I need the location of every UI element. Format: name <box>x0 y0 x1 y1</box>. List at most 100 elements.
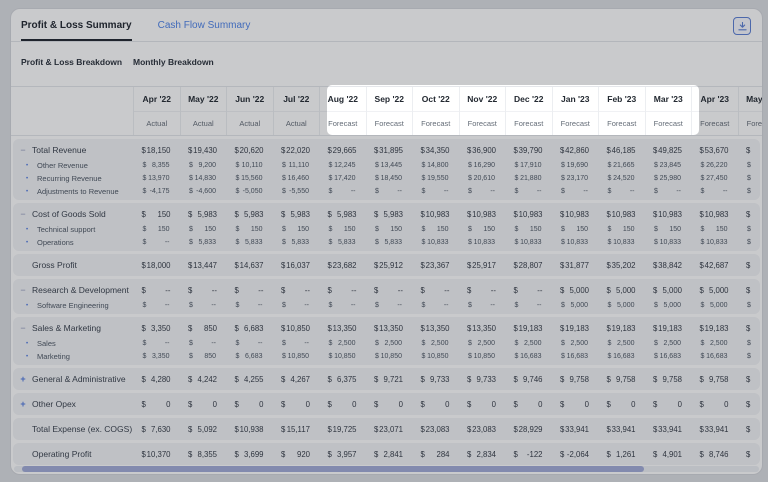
table-row: •Adjustments to Revenue$-4,175$-4,600$-5… <box>13 185 760 198</box>
cell-value: 14,637 <box>240 261 264 270</box>
value-cell: $1 <box>740 450 764 459</box>
bullet-icon: • <box>26 189 32 195</box>
currency-symbol: $ <box>653 425 657 434</box>
cell-value: 920 <box>297 450 310 459</box>
value-cell: $16,683 <box>600 353 647 360</box>
table-section-operating-profit: Operating Profit$10,370$8,355$3,699$920$… <box>13 443 760 465</box>
value-cell: $22,020 <box>275 146 322 155</box>
column-period-label: Actual <box>181 112 227 135</box>
value-cell: $23,083 <box>414 425 461 434</box>
cell-value: 28,929 <box>519 425 543 434</box>
column-period-label: Forecast <box>367 112 413 135</box>
row-values: $--$--$--$--$2,500$2,500$2,500$2,500$2,5… <box>135 340 763 347</box>
tab-profit-loss-summary[interactable]: Profit & Loss Summary <box>21 9 132 41</box>
bullet-icon: • <box>26 341 32 347</box>
cell-value: 0 <box>585 400 589 409</box>
currency-symbol: $ <box>561 188 565 195</box>
cell-value: 7,630 <box>151 425 171 434</box>
currency-symbol: $ <box>422 175 426 182</box>
cell-value: -- <box>444 188 449 195</box>
currency-symbol: $ <box>700 450 704 459</box>
cell-value: 33,941 <box>705 425 729 434</box>
value-cell: $6,375 <box>321 375 368 384</box>
row-values: $18,150$19,430$20,620$22,020$29,665$31,8… <box>135 146 763 155</box>
value-cell: $-- <box>321 302 368 309</box>
value-cell: $850 <box>182 324 229 333</box>
currency-symbol: $ <box>421 375 425 384</box>
column-period-label: Actual <box>274 112 320 135</box>
value-cell: $-4,600 <box>182 188 229 195</box>
currency-symbol: $ <box>607 146 611 155</box>
value-cell: $8,746 <box>693 450 740 459</box>
tab-cash-flow-summary[interactable]: Cash Flow Summary <box>158 9 251 41</box>
column-header-apr-23: Apr '23Forecast <box>691 87 738 135</box>
currency-symbol: $ <box>747 226 751 233</box>
cell-value: 2,500 <box>384 340 402 347</box>
horizontal-scrollbar[interactable] <box>14 466 759 472</box>
value-cell: $4 <box>740 261 764 270</box>
download-button[interactable] <box>733 17 751 35</box>
value-cell: $ -- <box>414 188 461 195</box>
cell-value: 19,550 <box>427 175 448 182</box>
value-cell: $10,983 <box>507 210 554 219</box>
cell-value: 150 <box>576 226 588 233</box>
scrollbar-thumb[interactable] <box>22 466 644 472</box>
cell-value: 3,350 <box>151 324 171 333</box>
cell-value: -5,550 <box>289 188 309 195</box>
currency-symbol: $ <box>654 188 658 195</box>
currency-symbol: $ <box>607 400 611 409</box>
currency-symbol: $ <box>282 302 286 309</box>
currency-symbol: $ <box>653 261 657 270</box>
currency-symbol: $ <box>607 375 611 384</box>
value-cell: $-- <box>414 286 461 295</box>
currency-symbol: $ <box>514 425 518 434</box>
column-period-label: Forecast <box>646 112 692 135</box>
value-cell: $10,833 <box>554 239 601 246</box>
currency-symbol: $ <box>235 375 239 384</box>
cell-value: 9,758 <box>569 375 589 384</box>
expand-toggle-icon[interactable]: + <box>18 400 28 409</box>
cell-value: 31,877 <box>565 261 589 270</box>
value-cell: $5,833 <box>321 239 368 246</box>
cell-value: -- <box>490 188 495 195</box>
expand-toggle-icon[interactable]: + <box>18 375 28 384</box>
currency-symbol: $ <box>747 188 751 195</box>
row-values: $13,970$14,830$15,560$16,460$17,420$18,4… <box>135 175 763 182</box>
cell-value: 20,620 <box>240 146 264 155</box>
breakdown-title: Profit & Loss Breakdown <box>21 57 122 67</box>
cell-value: 5,833 <box>291 239 309 246</box>
value-cell: $10,983 <box>600 210 647 219</box>
currency-symbol: $ <box>421 210 425 219</box>
cell-value: 0 <box>724 400 728 409</box>
collapse-toggle-icon[interactable]: − <box>18 146 28 155</box>
collapse-toggle-icon[interactable]: − <box>18 210 28 219</box>
value-cell: $23,071 <box>368 425 415 434</box>
cell-value: 35,202 <box>612 261 636 270</box>
row-label: Adjustments to Revenue <box>37 187 119 196</box>
value-cell: $13,350 <box>461 324 508 333</box>
currency-symbol: $ <box>189 226 193 233</box>
collapse-toggle-icon[interactable]: − <box>18 286 28 295</box>
value-cell: $6,683 <box>228 353 275 360</box>
currency-symbol: $ <box>142 261 146 270</box>
value-cell: $23,083 <box>461 425 508 434</box>
cell-value: 19,183 <box>612 324 636 333</box>
cell-value: 18,000 <box>147 261 171 270</box>
currency-symbol: $ <box>515 162 519 169</box>
cell-value: 22,020 <box>286 146 310 155</box>
currency-symbol: $ <box>235 210 239 219</box>
currency-symbol: $ <box>189 188 193 195</box>
cell-value: 5,983 <box>197 210 217 219</box>
value-cell: $28,807 <box>507 261 554 270</box>
value-cell: $9,758 <box>554 375 601 384</box>
currency-symbol: $ <box>422 188 426 195</box>
value-cell: $5,983 <box>182 210 229 219</box>
value-cell: $10,833 <box>647 239 694 246</box>
cell-value: 10,833 <box>613 239 634 246</box>
row-label: General & Administrative <box>32 374 126 384</box>
column-header-apr-22: Apr '22Actual <box>133 87 180 135</box>
cell-value: -- <box>676 188 681 195</box>
collapse-toggle-icon[interactable]: − <box>18 324 28 333</box>
currency-symbol: $ <box>189 302 193 309</box>
currency-symbol: $ <box>468 302 472 309</box>
